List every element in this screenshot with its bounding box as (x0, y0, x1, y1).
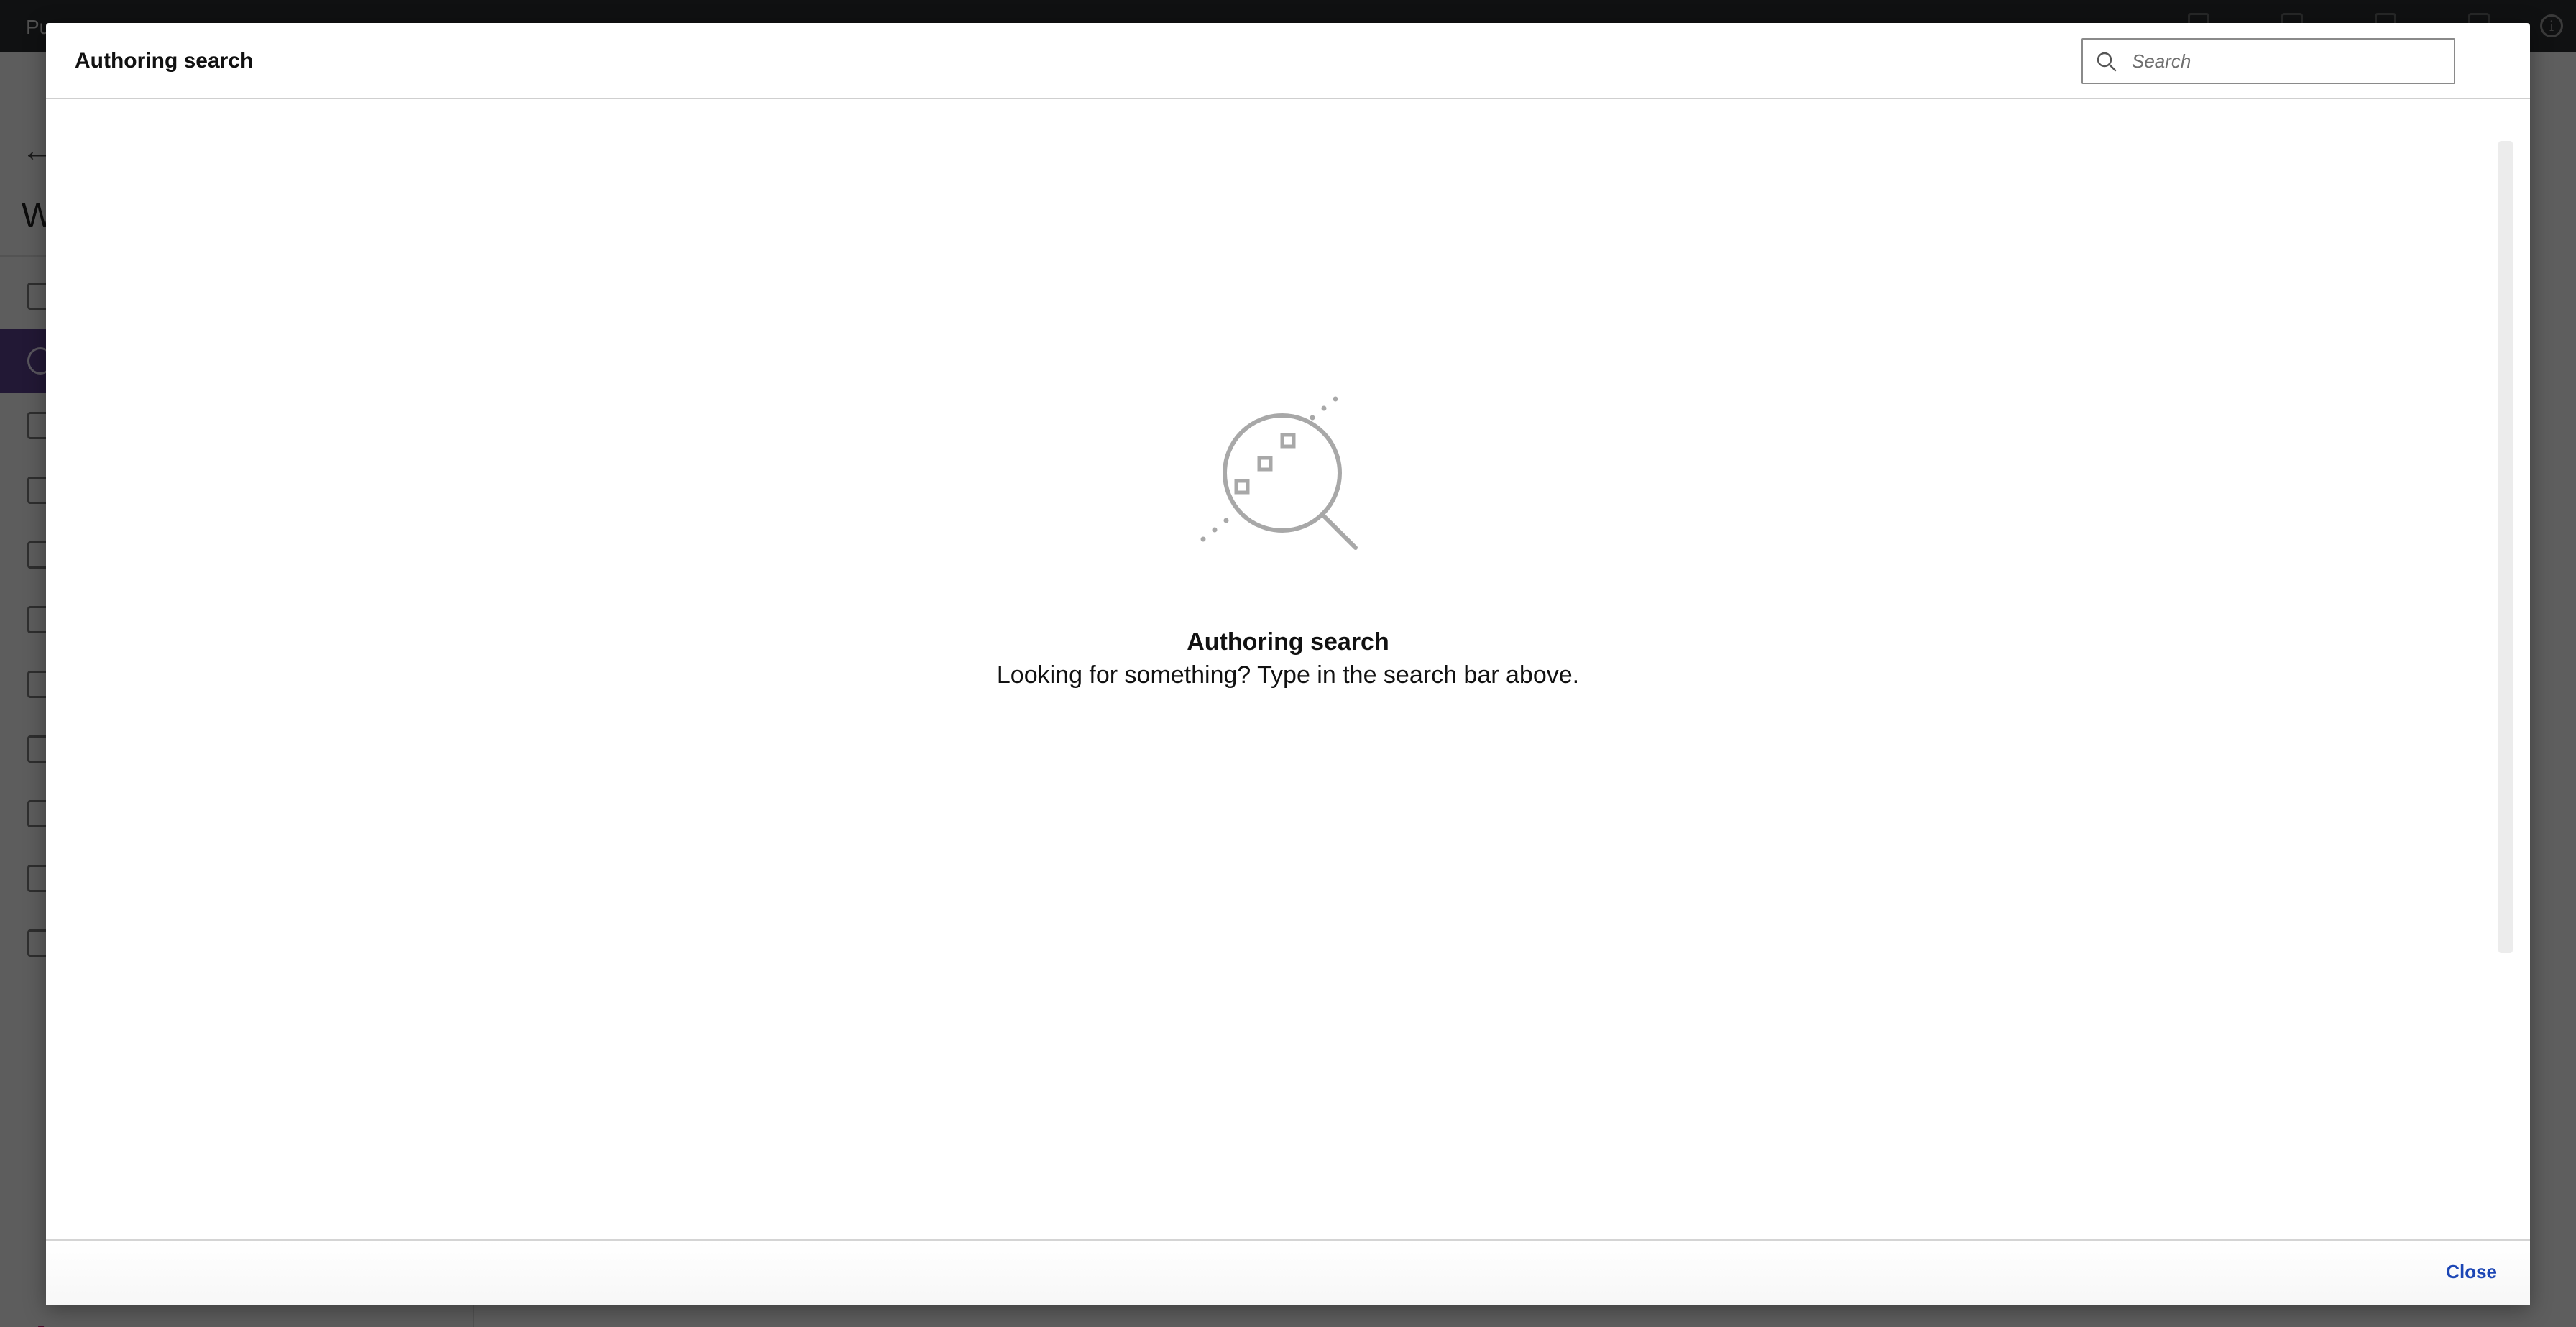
close-button[interactable]: Close (2446, 1261, 2497, 1283)
authoring-search-dialog: Authoring search Authoring search Lookin… (46, 23, 2530, 1305)
search-box[interactable] (2082, 38, 2455, 84)
magnifier-search-icon (1200, 396, 1358, 550)
dialog-header: Authoring search (46, 23, 2530, 99)
search-input[interactable] (2132, 45, 2448, 77)
dialog-body: Authoring search Looking for something? … (46, 99, 2530, 1262)
empty-state-title: Authoring search (1187, 628, 1389, 656)
dialog-title: Authoring search (75, 49, 254, 73)
empty-state-message: Looking for something? Type in the searc… (996, 661, 1580, 689)
dialog-footer: Close (46, 1239, 2530, 1305)
scrollbar[interactable] (2498, 141, 2513, 953)
search-icon (2097, 52, 2117, 72)
